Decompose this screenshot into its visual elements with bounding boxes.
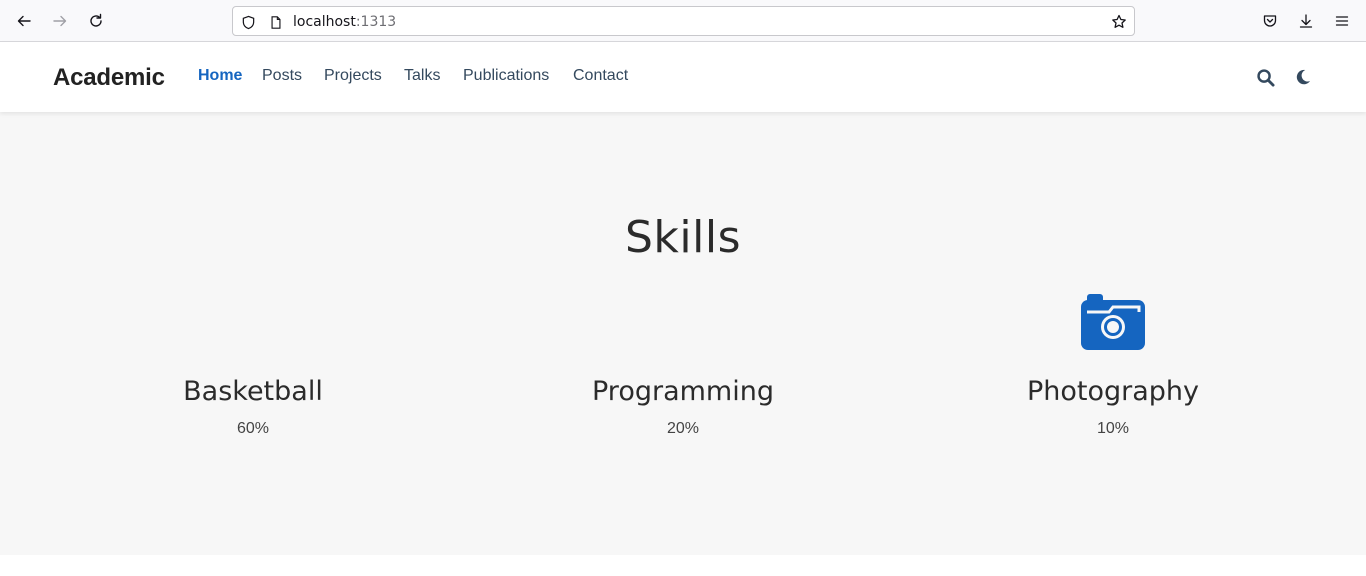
skill-item: Basketball 60%: [103, 292, 403, 438]
pocket-icon: [1263, 15, 1277, 27]
menu-button[interactable]: [1330, 9, 1354, 33]
nav-item-publications[interactable]: Publications: [463, 67, 549, 85]
url-text[interactable]: localhost:1313: [293, 14, 396, 30]
download-icon: [1299, 14, 1313, 28]
url-bar[interactable]: localhost:1313: [232, 6, 1135, 36]
skill-item: Programming 20%: [533, 292, 833, 438]
bookmark-star-icon[interactable]: [1109, 12, 1129, 32]
site-brand[interactable]: Academic: [53, 64, 165, 92]
back-arrow-icon: [17, 15, 31, 27]
search-icon[interactable]: [1254, 66, 1276, 88]
skill-description: 20%: [666, 420, 700, 437]
camera-retro-icon: [963, 292, 1263, 352]
moon-icon[interactable]: [1292, 66, 1314, 88]
skill-description: 60%: [236, 420, 270, 437]
forward-button[interactable]: [48, 9, 72, 33]
shield-icon[interactable]: [239, 13, 257, 31]
page-icon: [267, 13, 285, 31]
nav-item-posts[interactable]: Posts: [262, 67, 302, 85]
skill-item: Photography 10%: [963, 292, 1263, 438]
forward-arrow-icon: [53, 15, 67, 27]
skills-section: Skills Basketball 60% Programming 20% Ph…: [0, 112, 1366, 555]
hamburger-menu-icon: [1335, 16, 1349, 26]
section-title: Skills: [624, 212, 741, 263]
nav-item-projects[interactable]: Projects: [324, 67, 382, 85]
reload-button[interactable]: [84, 9, 108, 33]
skill-name: Programming: [592, 376, 774, 407]
nav-item-contact[interactable]: Contact: [573, 67, 628, 85]
skill-description: 10%: [1096, 420, 1130, 437]
back-button[interactable]: [12, 9, 36, 33]
downloads-button[interactable]: [1294, 9, 1318, 33]
code-icon: [533, 292, 833, 352]
browser-toolbar: localhost:1313: [0, 0, 1366, 42]
basketball-icon: [103, 292, 403, 352]
nav-item-home[interactable]: Home: [198, 67, 242, 85]
reload-icon: [90, 13, 102, 27]
nav-item-talks[interactable]: Talks: [404, 67, 440, 85]
skill-name: Photography: [1026, 376, 1200, 407]
skill-name: Basketball: [183, 376, 323, 407]
pocket-button[interactable]: [1258, 9, 1282, 33]
site-navbar: Academic Home Posts Projects Talks Publi…: [0, 42, 1366, 112]
